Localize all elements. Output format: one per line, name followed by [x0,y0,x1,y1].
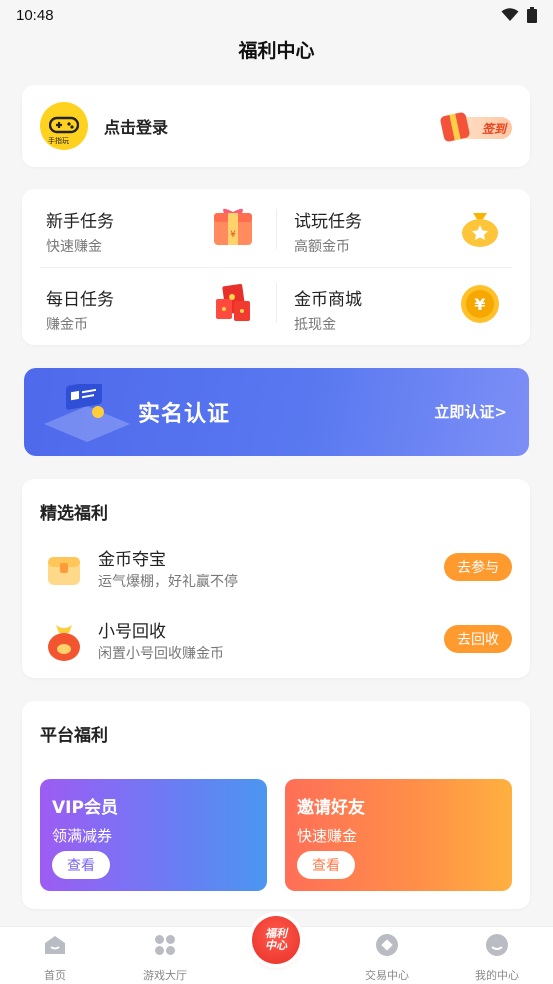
section-title: 平台福利 [40,726,108,746]
login-label[interactable]: 点击登录 [104,114,168,138]
task-title: 试玩任务 [294,212,362,232]
invite-card[interactable]: 邀请好友 快速赚金 查看 [285,779,512,891]
gift-icon [439,111,471,143]
nav-label: 我的中心 [475,969,519,982]
feat-title: 小号回收 [98,622,166,642]
grid-icon [155,935,175,955]
trade-icon [376,934,398,956]
task-title: 新手任务 [46,212,114,232]
task-daily[interactable]: 每日任务 赚金币 [22,267,272,339]
nav-label: 首页 [44,969,66,982]
gamepad-icon [49,116,79,134]
task-subtitle: 抵现金 [294,317,336,333]
task-title: 金币商城 [294,290,362,310]
nav-label: 交易中心 [365,969,409,982]
svg-text:¥: ¥ [474,295,485,314]
feat-subtitle: 闲置小号回收赚金币 [98,646,224,662]
id-card-icon [44,384,130,442]
invite-title: 邀请好友 [297,798,365,818]
list-item[interactable]: 金币夺宝 运气爆棚，好礼赢不停 去参与 [22,541,530,601]
vip-view-button[interactable]: 查看 [52,851,110,879]
task-text: 新手任务 快速赚金 [46,207,114,256]
nav-item-welfare-center[interactable]: 福利 中心 [252,916,300,964]
avatar[interactable]: 手指玩 [40,102,88,150]
treasure-box-icon [48,557,80,585]
nav-item-home[interactable]: 首页 [15,933,95,983]
invite-subtitle: 快速赚金 [297,827,358,845]
real-name-banner[interactable]: 实名认证 立即认证> [24,368,529,456]
invite-view-button[interactable]: 查看 [297,851,355,879]
svg-text:¥: ¥ [230,230,236,240]
profile-icon [486,934,508,956]
task-subtitle: 高额金币 [294,239,350,255]
status-time: 10:48 [16,6,54,24]
join-button[interactable]: 去参与 [444,553,512,581]
task-subtitle: 赚金币 [46,317,88,333]
recycle-button[interactable]: 去回收 [444,625,512,653]
red-envelope-icon [216,284,250,321]
tasks-card: 新手任务 快速赚金 ¥ 试玩任务 高额金币 每日任务 赚金币 金币商城 抵现金 … [22,189,530,345]
nav-item-profile[interactable]: 我的中心 [457,933,537,983]
vip-title: VIP会员 [52,798,118,818]
task-shop[interactable]: 金币商城 抵现金 ¥ [276,267,526,339]
platform-card: 平台福利 VIP会员 领满减券 查看 邀请好友 快速赚金 查看 [22,701,530,909]
banner-title: 实名认证 [138,402,231,427]
task-title: 每日任务 [46,290,114,310]
wifi-icon [501,8,519,21]
list-item[interactable]: 小号回收 闲置小号回收赚金币 去回收 [22,613,530,673]
battery-icon [527,7,537,23]
nav-item-trade[interactable]: 交易中心 [347,933,427,983]
section-title: 精选福利 [40,504,108,524]
featured-card: 精选福利 金币夺宝 运气爆棚，好礼赢不停 去参与 小号回收 闲置小号回收赚金币 … [22,479,530,678]
money-bag-icon [48,625,80,661]
nav-label: 游戏大厅 [143,969,187,982]
verify-now-link[interactable]: 立即认证> [434,401,507,422]
vip-card[interactable]: VIP会员 领满减券 查看 [40,779,267,891]
avatar-badge: 手指玩 [48,137,69,145]
page-title: 福利中心 [238,40,315,62]
nav-item-game-hall[interactable]: 游戏大厅 [125,933,205,983]
coin-bag-icon [462,213,498,247]
gift-box-icon: ¥ [214,208,252,245]
status-icons [501,7,537,23]
task-newbie[interactable]: 新手任务 快速赚金 ¥ [22,189,272,261]
task-text: 金币商城 抵现金 [294,285,362,334]
task-trial[interactable]: 试玩任务 高额金币 [276,189,526,261]
feat-title: 金币夺宝 [98,550,166,570]
task-subtitle: 快速赚金 [46,239,102,255]
login-card[interactable]: 手指玩 点击登录 签到 [22,85,530,167]
checkin-button[interactable]: 签到 [439,110,512,143]
nav-center-label-bottom: 中心 [265,939,287,952]
vip-subtitle: 领满减券 [52,827,113,845]
checkin-label: 签到 [481,121,506,136]
task-text: 试玩任务 高额金币 [294,207,362,256]
task-text: 每日任务 赚金币 [46,285,114,334]
yuan-coin-icon: ¥ [461,285,499,323]
home-icon [45,936,65,954]
feat-subtitle: 运气爆棚，好礼赢不停 [98,574,238,590]
status-bar: 10:48 [0,0,553,30]
